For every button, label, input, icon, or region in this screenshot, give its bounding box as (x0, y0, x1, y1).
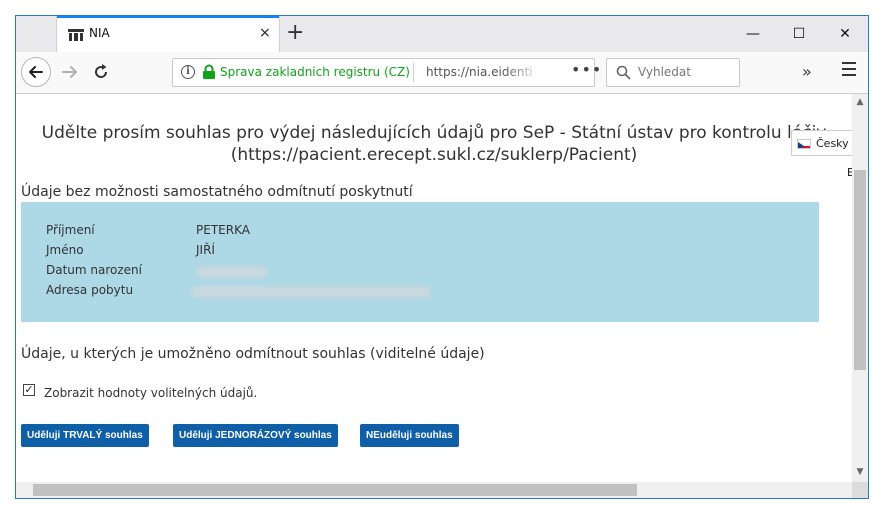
tab-nia[interactable]: NIA × (56, 16, 280, 52)
page-title-line2: (https://pacient.erecept.sukl.cz/suklerp… (230, 145, 638, 165)
search-icon (616, 65, 631, 80)
info-icon[interactable]: i (181, 65, 195, 79)
field-label-address: Adresa pobytu (46, 283, 134, 297)
navigation-bar: i Sprava zakladnich registru (CZ) https:… (16, 52, 868, 94)
address-bar[interactable]: i Sprava zakladnich registru (CZ) https:… (172, 58, 601, 87)
tab-active-indicator (57, 16, 279, 18)
back-button[interactable] (21, 57, 51, 87)
czech-flag-icon (797, 139, 811, 149)
required-data-heading: Údaje bez možnosti samostatného odmítnut… (21, 184, 413, 200)
hamburger-menu-icon[interactable] (842, 62, 856, 76)
grant-permanent-consent-button[interactable]: Uděluji TRVALÝ souhlas (21, 424, 149, 447)
field-label-firstname: Jméno (46, 243, 84, 257)
scroll-up-icon[interactable]: ▲ (852, 97, 868, 107)
forward-button[interactable] (60, 62, 80, 82)
tab-title: NIA (89, 26, 110, 40)
browser-window: NIA × + — ☐ ✕ i Sprava zakladnich regist (15, 15, 869, 499)
url-fade (503, 61, 543, 83)
field-label-birthdate: Datum narození (46, 263, 142, 277)
show-optional-values-label[interactable]: Zobrazit hodnoty volitelných údajů. (44, 386, 257, 400)
tab-bar: NIA × + — ☐ ✕ (16, 16, 868, 52)
page-title-line1: Udělte prosím souhlas pro výdej následuj… (41, 123, 827, 143)
search-placeholder: Vyhledat (638, 65, 691, 79)
vertical-scrollbar[interactable]: ▲ ▼ (852, 94, 868, 482)
site-favicon-icon (68, 29, 84, 41)
redacted-birthdate (196, 266, 268, 278)
vertical-scroll-thumb[interactable] (854, 170, 866, 370)
close-window-button[interactable]: ✕ (822, 16, 868, 52)
page-actions-button[interactable]: ••• (571, 60, 602, 79)
search-box[interactable]: Vyhledat (606, 58, 740, 87)
tab-close-icon[interactable]: × (259, 25, 271, 41)
language-selector[interactable]: Česky (791, 130, 852, 156)
back-arrow-icon (29, 66, 43, 78)
language-label: Česky (816, 137, 849, 150)
scrollbar-corner (852, 482, 868, 498)
maximize-button[interactable]: ☐ (776, 16, 822, 52)
optional-data-heading: Údaje, u kterých je umožněno odmítnout s… (21, 346, 485, 362)
overflow-chevron-icon[interactable]: » (802, 62, 812, 81)
required-data-panel: Příjmení PETERKA Jméno JIŘÍ Datum naroze… (21, 202, 819, 322)
url-separator (413, 63, 414, 82)
field-value-surname: PETERKA (196, 223, 250, 237)
scroll-down-icon[interactable]: ▼ (852, 467, 868, 477)
horizontal-scroll-thumb[interactable] (33, 484, 637, 496)
new-tab-button[interactable]: + (286, 21, 304, 45)
reload-button[interactable] (91, 62, 111, 82)
field-label-surname: Příjmení (46, 223, 95, 237)
certificate-owner-label: Sprava zakladnich registru (CZ) (220, 65, 410, 79)
horizontal-scrollbar[interactable] (16, 482, 852, 498)
show-optional-values-checkbox[interactable]: ✓ (23, 384, 35, 396)
page-title: Udělte prosím souhlas pro výdej následuj… (16, 122, 852, 166)
minimize-button[interactable]: — (730, 16, 776, 52)
page-content: Udělte prosím souhlas pro výdej následuj… (16, 94, 852, 482)
field-value-firstname: JIŘÍ (196, 243, 215, 257)
lock-icon (203, 64, 215, 79)
grant-one-time-consent-button[interactable]: Uděluji JEDNORÁZOVÝ souhlas (173, 424, 338, 447)
redacted-address (191, 286, 431, 298)
deny-consent-button[interactable]: NEuděluji souhlas (360, 424, 459, 447)
